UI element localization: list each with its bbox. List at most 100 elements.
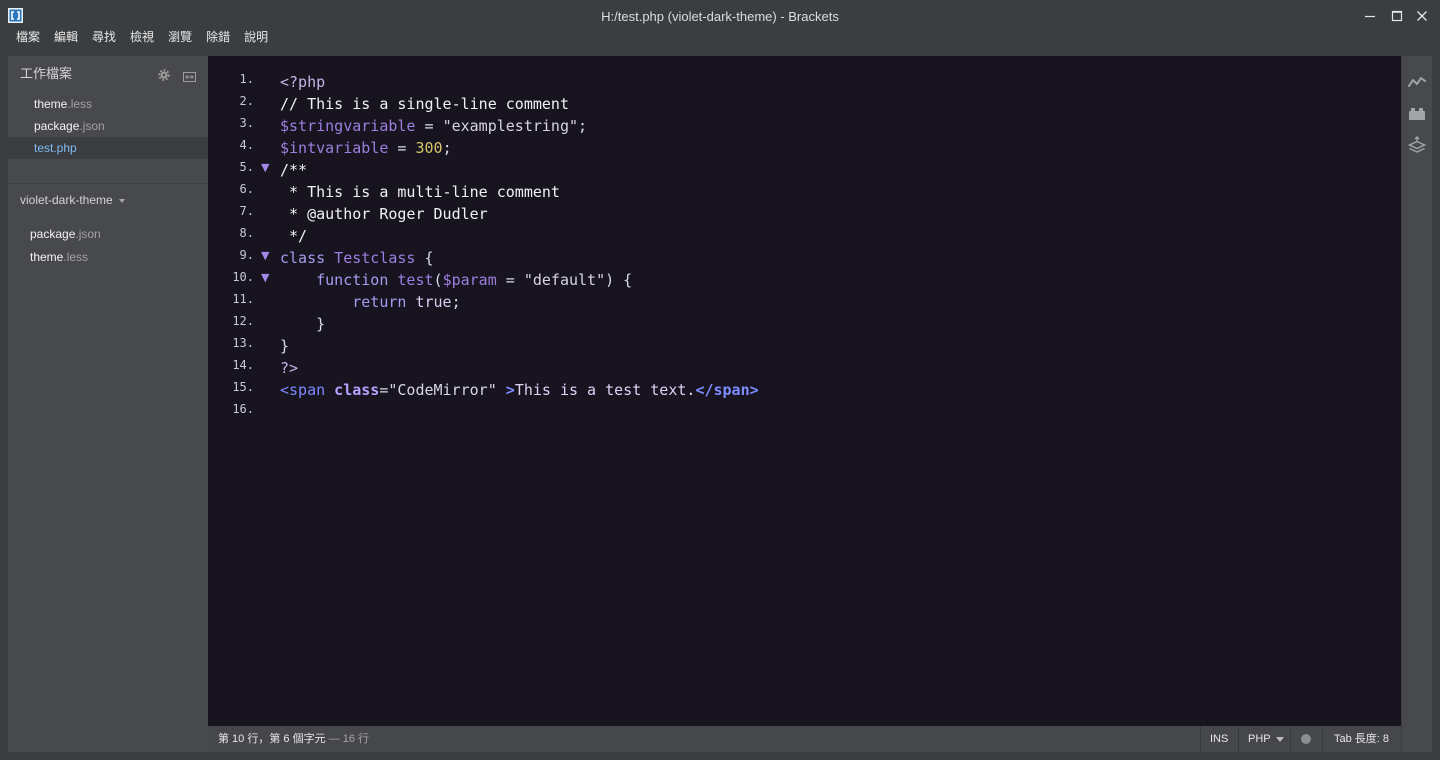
code-text[interactable]: $intvariable = 300; (280, 137, 452, 159)
lint-status-icon[interactable] (1301, 734, 1311, 744)
line-number: 5. (239, 160, 254, 174)
extension-manager-icon[interactable] (1408, 104, 1426, 122)
code-text[interactable]: return true; (280, 291, 460, 313)
file-name: theme (30, 250, 64, 264)
line-number: 2. (239, 94, 254, 108)
code-editor[interactable]: 1. <?php 2. // This is a single-line commen… (208, 56, 1401, 726)
fold-marker-icon[interactable]: ▼ (261, 245, 269, 267)
menu-edit[interactable]: 編輯 (54, 28, 78, 46)
working-files-list: theme.less package.json test.php (8, 93, 208, 159)
brackets-logo-icon[interactable] (8, 8, 23, 23)
code-token-text: This is a test text. (514, 381, 696, 399)
file-extension: .json (75, 227, 101, 241)
code-text[interactable]: * This is a multi-line comment (280, 181, 560, 203)
menu-bar: 檔案 編輯 尋找 檢視 瀏覽 除錯 說明 (16, 28, 282, 46)
tab-size-control[interactable]: Tab 長度: 8 (1334, 726, 1389, 752)
code-line[interactable]: 13.} (208, 335, 1401, 357)
code-text[interactable]: class Testclass { (280, 247, 434, 269)
line-number: 12. (232, 314, 254, 328)
code-line[interactable]: 5. ▼ /** (208, 159, 1401, 181)
file-name: theme (34, 97, 68, 111)
code-token-comment: // This is a single-line comment (280, 95, 569, 113)
code-line[interactable]: 9. ▼ class Testclass { (208, 247, 1401, 269)
code-token-meta: ?> (280, 359, 299, 377)
code-text[interactable]: // This is a single-line comment (280, 93, 569, 115)
menu-help[interactable]: 說明 (244, 28, 268, 46)
menu-file[interactable]: 檔案 (16, 28, 40, 46)
file-name: test (34, 141, 54, 155)
code-token-operator: } (280, 315, 326, 333)
code-line[interactable]: 15. <span class="CodeMirror" >This is a t… (208, 379, 1401, 401)
code-line[interactable]: 7. * @author Roger Dudler (208, 203, 1401, 225)
status-separator (1322, 726, 1323, 752)
right-toolbar (1402, 56, 1432, 752)
code-line[interactable]: 4. $intvariable = 300; (208, 137, 1401, 159)
code-text[interactable]: */ (280, 225, 307, 247)
code-text[interactable]: * @author Roger Dudler (280, 203, 488, 225)
status-separator (1238, 726, 1239, 752)
menu-debug[interactable]: 除錯 (206, 28, 230, 46)
insert-mode-toggle[interactable]: INS (1210, 726, 1228, 752)
project-title: violet-dark-theme (20, 193, 113, 207)
code-line[interactable]: 14. ?> (208, 357, 1401, 379)
code-token-comment: * This is a multi-line comment (280, 183, 560, 201)
code-text[interactable]: /** (280, 159, 307, 181)
menu-navigate[interactable]: 瀏覽 (168, 28, 192, 46)
fold-marker-icon[interactable]: ▼ (261, 157, 269, 179)
live-preview-icon[interactable] (1408, 73, 1426, 91)
code-line[interactable]: 6. * This is a multi-line comment (208, 181, 1401, 203)
code-line[interactable]: 16. (208, 401, 1401, 423)
code-text[interactable]: $stringvariable = "examplestring"; (280, 115, 587, 137)
maximize-icon[interactable] (1387, 6, 1407, 26)
sidebar: 工作檔案 theme.less package.json test.php vi… (8, 56, 208, 752)
cursor-position[interactable]: 第 10 行，第 6 個字元 — 16 行 (218, 726, 369, 752)
code-text[interactable]: <span class="CodeMirror" >This is a test… (280, 379, 759, 401)
project-file-item[interactable]: package.json (8, 223, 208, 246)
line-number: 10. (232, 270, 254, 284)
working-file-item[interactable]: test.php (8, 137, 208, 159)
code-token-keyword: class (280, 249, 326, 267)
code-token-comment: * @author Roger Dudler (280, 205, 488, 223)
status-separator (1200, 726, 1201, 752)
code-text[interactable]: <?php (280, 71, 325, 93)
split-view-icon[interactable] (183, 69, 196, 82)
working-file-item[interactable]: theme.less (8, 93, 208, 115)
line-number: 13. (232, 336, 254, 350)
code-line[interactable]: 11. return true; (208, 291, 1401, 313)
file-extension: .less (67, 97, 93, 111)
code-line[interactable]: 10. ▼ function test($param = "default") { (208, 269, 1401, 291)
fold-marker-icon[interactable]: ▼ (261, 267, 269, 289)
tab-size-value: 8 (1382, 733, 1390, 745)
code-line[interactable]: 2. // This is a single-line comment (208, 93, 1401, 115)
project-file-item[interactable]: theme.less (8, 246, 208, 269)
code-text[interactable]: ?> (280, 357, 298, 379)
file-name: package (30, 227, 76, 241)
dropdown-caret-icon (1275, 736, 1284, 742)
gear-icon[interactable] (158, 68, 170, 81)
layers-icon[interactable] (1407, 136, 1427, 154)
code-line[interactable]: 12. } (208, 313, 1401, 335)
code-line[interactable]: 8. */ (208, 225, 1401, 247)
code-token-operator: ; (578, 117, 588, 135)
window-title: H:/test.php (violet-dark-theme) - Bracke… (601, 9, 839, 24)
code-token-operator: { (415, 249, 434, 267)
code-text[interactable]: } (280, 335, 289, 357)
minimize-icon[interactable] (1360, 6, 1380, 26)
code-line[interactable]: 1. <?php (208, 71, 1401, 93)
menu-view[interactable]: 檢視 (130, 28, 154, 46)
caret-down-icon (118, 198, 125, 203)
language-select[interactable]: PHP (1248, 726, 1284, 752)
project-dropdown[interactable]: violet-dark-theme (20, 192, 125, 208)
menu-find[interactable]: 尋找 (92, 28, 116, 46)
project-file-tree: package.json theme.less (8, 223, 208, 269)
code-token-tag-end: </span> (695, 381, 759, 399)
code-token-variable: $param (442, 271, 497, 289)
code-text[interactable]: } (280, 313, 325, 335)
close-icon[interactable] (1412, 6, 1432, 26)
code-token-operator: = (388, 139, 416, 157)
working-file-item[interactable]: package.json (8, 115, 208, 137)
line-number: 4. (239, 138, 254, 152)
code-line[interactable]: 3. $stringvariable = "examplestring"; (208, 115, 1401, 137)
code-text[interactable]: function test($param = "default") { (280, 269, 632, 291)
code-token-comment: /** (280, 161, 308, 179)
